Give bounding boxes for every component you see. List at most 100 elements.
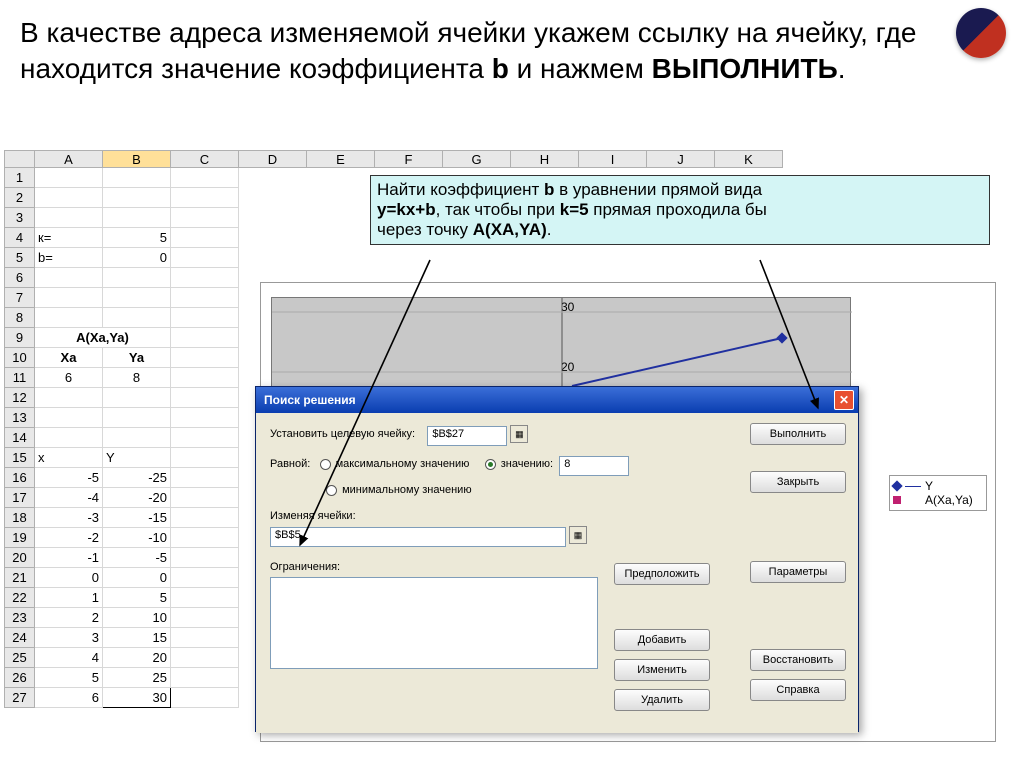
- ref-picker-icon[interactable]: ▦: [510, 425, 528, 443]
- close-button[interactable]: ✕: [834, 390, 854, 410]
- cell-A18[interactable]: -3: [35, 508, 103, 528]
- col-header-C[interactable]: C: [171, 151, 239, 168]
- cell-B15[interactable]: Y: [103, 448, 171, 468]
- add-constraint-button[interactable]: Добавить: [614, 629, 710, 651]
- ref-picker-icon[interactable]: ▦: [569, 526, 587, 544]
- cell-A24[interactable]: 3: [35, 628, 103, 648]
- row-header[interactable]: 5: [5, 248, 35, 268]
- row-header[interactable]: 1: [5, 168, 35, 188]
- delete-constraint-button[interactable]: Удалить: [614, 689, 710, 711]
- col-header-J[interactable]: J: [647, 151, 715, 168]
- help-button[interactable]: Справка: [750, 679, 846, 701]
- cell-B16[interactable]: -25: [103, 468, 171, 488]
- row-header[interactable]: 11: [5, 368, 35, 388]
- row-header[interactable]: 12: [5, 388, 35, 408]
- row-header[interactable]: 8: [5, 308, 35, 328]
- row-header[interactable]: 2: [5, 188, 35, 208]
- row-header[interactable]: 17: [5, 488, 35, 508]
- cell-B17[interactable]: -20: [103, 488, 171, 508]
- cell-A27[interactable]: 6: [35, 688, 103, 708]
- row-header[interactable]: 27: [5, 688, 35, 708]
- cell-B23[interactable]: 10: [103, 608, 171, 628]
- cell-B10[interactable]: Ya: [103, 348, 171, 368]
- row-header[interactable]: 18: [5, 508, 35, 528]
- row-header[interactable]: 20: [5, 548, 35, 568]
- row-header[interactable]: 3: [5, 208, 35, 228]
- cell[interactable]: [35, 168, 103, 188]
- cell-B21[interactable]: 0: [103, 568, 171, 588]
- row-header[interactable]: 6: [5, 268, 35, 288]
- col-header-A[interactable]: A: [35, 151, 103, 168]
- cell-A19[interactable]: -2: [35, 528, 103, 548]
- constraints-listbox[interactable]: [270, 577, 598, 669]
- col-header-K[interactable]: K: [715, 151, 783, 168]
- cell-A23[interactable]: 2: [35, 608, 103, 628]
- col-header-F[interactable]: F: [375, 151, 443, 168]
- cell-A5[interactable]: b=: [35, 248, 103, 268]
- cell-B19[interactable]: -10: [103, 528, 171, 548]
- opt-val-label[interactable]: значению:: [501, 458, 553, 470]
- col-header-D[interactable]: D: [239, 151, 307, 168]
- col-header-I[interactable]: I: [579, 151, 647, 168]
- cell-A20[interactable]: -1: [35, 548, 103, 568]
- cell-A25[interactable]: 4: [35, 648, 103, 668]
- cell-A9[interactable]: A(Xa,Ya): [35, 328, 171, 348]
- cell-A4[interactable]: к=: [35, 228, 103, 248]
- row-header[interactable]: 19: [5, 528, 35, 548]
- cell-B20[interactable]: -5: [103, 548, 171, 568]
- col-header-E[interactable]: E: [307, 151, 375, 168]
- cell-A10[interactable]: Xa: [35, 348, 103, 368]
- cell-B26[interactable]: 25: [103, 668, 171, 688]
- row-header[interactable]: 14: [5, 428, 35, 448]
- changing-cells-input[interactable]: $B$5: [270, 527, 566, 547]
- cell-A26[interactable]: 5: [35, 668, 103, 688]
- col-header-G[interactable]: G: [443, 151, 511, 168]
- row-header[interactable]: 10: [5, 348, 35, 368]
- row-header[interactable]: 22: [5, 588, 35, 608]
- row-header[interactable]: 9: [5, 328, 35, 348]
- cell[interactable]: [103, 168, 171, 188]
- cell-A21[interactable]: 0: [35, 568, 103, 588]
- radio-max[interactable]: [320, 459, 331, 470]
- row-header[interactable]: 13: [5, 408, 35, 428]
- cell-A15[interactable]: x: [35, 448, 103, 468]
- row-header[interactable]: 26: [5, 668, 35, 688]
- row-header[interactable]: 16: [5, 468, 35, 488]
- inst-b: b: [492, 53, 509, 84]
- row-header[interactable]: 25: [5, 648, 35, 668]
- cell-B4[interactable]: 5: [103, 228, 171, 248]
- col-header-H[interactable]: H: [511, 151, 579, 168]
- cell-A11[interactable]: 6: [35, 368, 103, 388]
- radio-value[interactable]: [485, 459, 496, 470]
- cell-B22[interactable]: 5: [103, 588, 171, 608]
- execute-button[interactable]: Выполнить: [750, 423, 846, 445]
- cell-B5[interactable]: 0: [103, 248, 171, 268]
- cell-B18[interactable]: -15: [103, 508, 171, 528]
- cell-B11[interactable]: 8: [103, 368, 171, 388]
- row-header[interactable]: 23: [5, 608, 35, 628]
- target-cell-input[interactable]: $B$27: [427, 426, 507, 446]
- dialog-titlebar[interactable]: Поиск решения ✕: [256, 387, 858, 413]
- parameters-button[interactable]: Параметры: [750, 561, 846, 583]
- row-header[interactable]: 4: [5, 228, 35, 248]
- row-header[interactable]: 7: [5, 288, 35, 308]
- cell-A17[interactable]: -4: [35, 488, 103, 508]
- cell-B24[interactable]: 15: [103, 628, 171, 648]
- row-header[interactable]: 15: [5, 448, 35, 468]
- row-header[interactable]: 21: [5, 568, 35, 588]
- close-dialog-button[interactable]: Закрыть: [750, 471, 846, 493]
- cell-A16[interactable]: -5: [35, 468, 103, 488]
- row-header[interactable]: 24: [5, 628, 35, 648]
- opt-max-label[interactable]: максимальному значению: [336, 458, 470, 470]
- value-input[interactable]: 8: [559, 456, 629, 476]
- opt-min-label[interactable]: минимальному значению: [342, 484, 472, 496]
- col-header-B[interactable]: B: [103, 151, 171, 168]
- cell-B27[interactable]: 30: [103, 688, 171, 708]
- cell-A22[interactable]: 1: [35, 588, 103, 608]
- assume-button[interactable]: Предположить: [614, 563, 710, 585]
- cell-B25[interactable]: 20: [103, 648, 171, 668]
- select-all-cell[interactable]: [5, 151, 35, 168]
- edit-constraint-button[interactable]: Изменить: [614, 659, 710, 681]
- radio-min[interactable]: [326, 485, 337, 496]
- restore-button[interactable]: Восстановить: [750, 649, 846, 671]
